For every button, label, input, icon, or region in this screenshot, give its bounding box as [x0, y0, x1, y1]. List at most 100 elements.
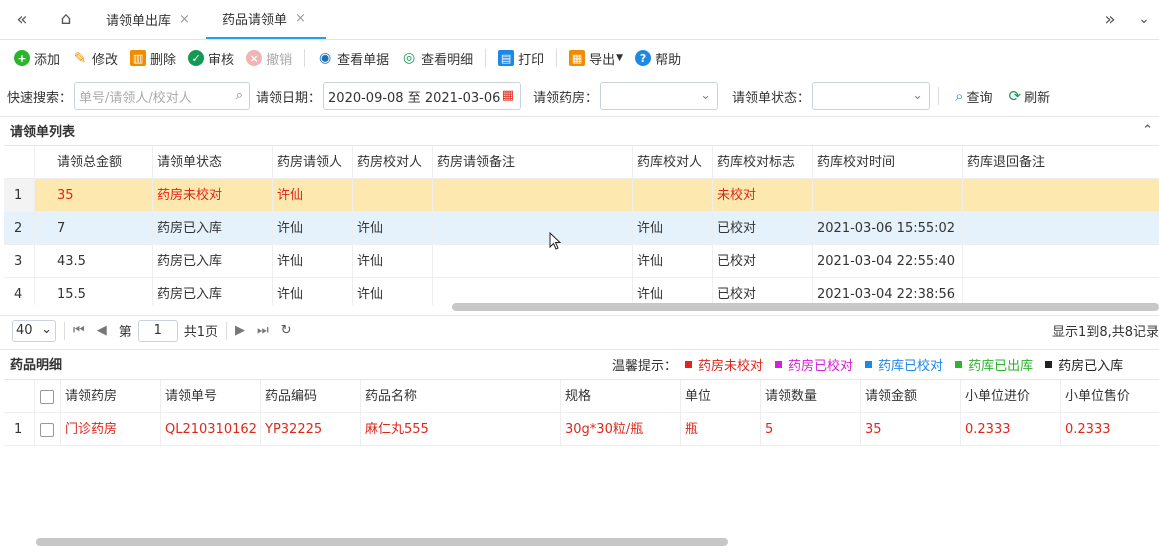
- view-document-button[interactable]: ◉ 查看单据: [311, 44, 395, 72]
- requisition-table: 请领总金额 请领单状态 药房请领人 药房校对人 药房请领备注 药库校对人 药库校…: [4, 145, 1159, 305]
- pagination: 40 ⌄ ⏮ ◀ 第 1 共1页 ▶ ⏭ ↻ 显示1到8,共8记录: [0, 315, 1159, 345]
- caret-down-icon: ▼: [616, 53, 624, 63]
- divider: [938, 87, 940, 105]
- reload-icon[interactable]: ↻: [281, 323, 292, 338]
- column-header[interactable]: 药库校对标志: [713, 146, 813, 179]
- hint-label: 温馨提示：: [612, 359, 678, 374]
- column-header[interactable]: 请领单状态: [153, 146, 273, 179]
- legend-item: 药房已入库: [1058, 359, 1124, 374]
- total-pages: 共1页: [183, 325, 218, 340]
- date-range-input[interactable]: 2020-09-08 至 2021-03-06 ▦: [323, 82, 522, 110]
- chevron-down-icon[interactable]: ⌄: [1124, 0, 1159, 38]
- search-icon[interactable]: ⌕: [236, 88, 243, 103]
- status-label: 请领单状态：: [732, 90, 811, 106]
- pharmacy-select[interactable]: ⌄: [600, 82, 719, 110]
- column-header[interactable]: 请领单号: [161, 380, 261, 413]
- legend-item: 药房已校对: [788, 359, 854, 374]
- revoke-label: 撤销: [266, 52, 293, 68]
- next-page-icon[interactable]: ▶: [235, 323, 245, 338]
- delete-label: 删除: [150, 52, 177, 68]
- first-page-icon[interactable]: ⏮: [73, 323, 85, 338]
- audit-label: 审核: [208, 52, 235, 68]
- date-range-value: 2020-09-08 至 2021-03-06: [328, 90, 501, 106]
- divider: [485, 49, 487, 67]
- spreadsheet-icon: ▦: [569, 50, 586, 66]
- tab-outbound-label: 请领单出库: [106, 14, 172, 29]
- trash-icon: ▥: [130, 50, 147, 66]
- view-detail-button[interactable]: ◎ 查看明细: [395, 44, 479, 72]
- column-header[interactable]: 药品编码: [261, 380, 361, 413]
- select-all-checkbox[interactable]: [40, 389, 54, 404]
- refresh-icon: ⟳: [1008, 87, 1022, 105]
- legend-item: 药库已出库: [968, 359, 1034, 374]
- column-header[interactable]: 药房校对人: [353, 146, 433, 179]
- legend-swatch: [955, 361, 963, 368]
- audit-button[interactable]: ✓ 审核: [182, 44, 240, 72]
- page-size-select[interactable]: 40 ⌄: [12, 319, 56, 342]
- column-header[interactable]: 小单位进价: [961, 380, 1061, 413]
- table-row[interactable]: 2 7 药房已入库 许仙 许仙 许仙 已校对 2021-03-06 15:55:…: [4, 212, 1159, 245]
- export-button[interactable]: ▦ 导出 ▼: [563, 44, 629, 72]
- column-header[interactable]: 请领药房: [61, 380, 161, 413]
- chevron-up-icon[interactable]: ⌃: [1142, 123, 1153, 138]
- chevron-down-icon: ⌄: [912, 88, 924, 103]
- row-checkbox[interactable]: [40, 422, 54, 437]
- chevron-down-icon: ⌄: [700, 88, 712, 103]
- page-number-input[interactable]: 1: [137, 319, 178, 342]
- prev-page-icon[interactable]: ◀: [97, 323, 107, 338]
- column-header[interactable]: 小单位售价: [1061, 380, 1159, 413]
- column-header[interactable]: 药房请领备注: [433, 146, 633, 179]
- status-select[interactable]: ⌄: [812, 82, 931, 110]
- close-icon[interactable]: ×: [295, 11, 306, 26]
- column-header[interactable]: 请领总金额: [53, 146, 153, 179]
- last-page-icon[interactable]: ⏭: [257, 323, 269, 338]
- legend-swatch: [865, 361, 873, 368]
- plus-icon: +: [14, 50, 30, 66]
- column-header[interactable]: 药品名称: [361, 380, 561, 413]
- pencil-icon: ✎: [73, 49, 87, 67]
- pharmacy-label: 请领药房：: [533, 90, 599, 106]
- legend-swatch: [685, 361, 693, 368]
- detail-table: 请领药房 请领单号 药品编码 药品名称 规格 单位 请领数量 请领金额 小单位进…: [4, 379, 1159, 539]
- tab-requisition[interactable]: 药品请领单 ×: [206, 0, 326, 39]
- table-row[interactable]: 4 15.5 药房已入库 许仙 许仙 许仙 已校对 2021-03-04 22:…: [4, 278, 1159, 305]
- table-row[interactable]: 1 35 药房未校对 许仙 未校对: [4, 179, 1159, 212]
- view-document-label: 查看单据: [337, 52, 390, 68]
- tab-outbound[interactable]: 请领单出库 ×: [90, 0, 208, 39]
- help-button[interactable]: ? 帮助: [629, 44, 687, 72]
- quick-search-input[interactable]: 单号/请领人/校对人 ⌕: [74, 82, 251, 110]
- column-header[interactable]: 药房请领人: [273, 146, 353, 179]
- column-header[interactable]: 请领数量: [761, 380, 861, 413]
- query-button[interactable]: ⌕ 查询: [955, 87, 992, 106]
- horizontal-scrollbar[interactable]: [452, 303, 1159, 311]
- mouse-cursor-icon: [549, 232, 562, 250]
- cancel-icon: ×: [246, 50, 263, 66]
- column-header[interactable]: 药库校对人: [633, 146, 713, 179]
- legend: 温馨提示： 药房未校对 药房已校对 药库已校对 药库已出库 药房已入库: [612, 355, 1123, 374]
- collapse-left-icon[interactable]: «: [2, 0, 42, 38]
- calendar-icon[interactable]: ▦: [502, 88, 514, 103]
- add-button[interactable]: + 添加: [8, 44, 66, 72]
- legend-swatch: [1045, 361, 1053, 368]
- column-header[interactable]: 药库校对时间: [813, 146, 963, 179]
- date-label: 请领日期：: [256, 90, 322, 106]
- column-header[interactable]: 单位: [681, 380, 761, 413]
- delete-button[interactable]: ▥ 删除: [124, 44, 182, 72]
- edit-button[interactable]: ✎ 修改: [66, 44, 124, 72]
- legend-swatch: [775, 361, 783, 368]
- home-icon[interactable]: ⌂: [46, 0, 86, 38]
- close-icon[interactable]: ×: [179, 12, 190, 27]
- horizontal-scrollbar[interactable]: [36, 538, 728, 546]
- query-label: 查询: [966, 90, 993, 106]
- revoke-button[interactable]: × 撤销: [240, 44, 298, 72]
- list-panel-header: 请领单列表 ⌃: [0, 116, 1159, 144]
- column-header[interactable]: 药库退回备注: [963, 146, 1159, 179]
- column-header[interactable]: 请领金额: [861, 380, 961, 413]
- print-label: 打印: [518, 52, 545, 68]
- table-row[interactable]: 1 门诊药房 QL210310162 YP32225 麻仁丸555 30g*30…: [4, 413, 1159, 446]
- column-header[interactable]: 规格: [561, 380, 681, 413]
- view-detail-label: 查看明细: [421, 52, 474, 68]
- print-button[interactable]: ▤ 打印: [492, 44, 550, 72]
- table-row[interactable]: 3 43.5 药房已入库 许仙 许仙 许仙 已校对 2021-03-04 22:…: [4, 245, 1159, 278]
- refresh-button[interactable]: ⟳ 刷新: [1008, 87, 1050, 106]
